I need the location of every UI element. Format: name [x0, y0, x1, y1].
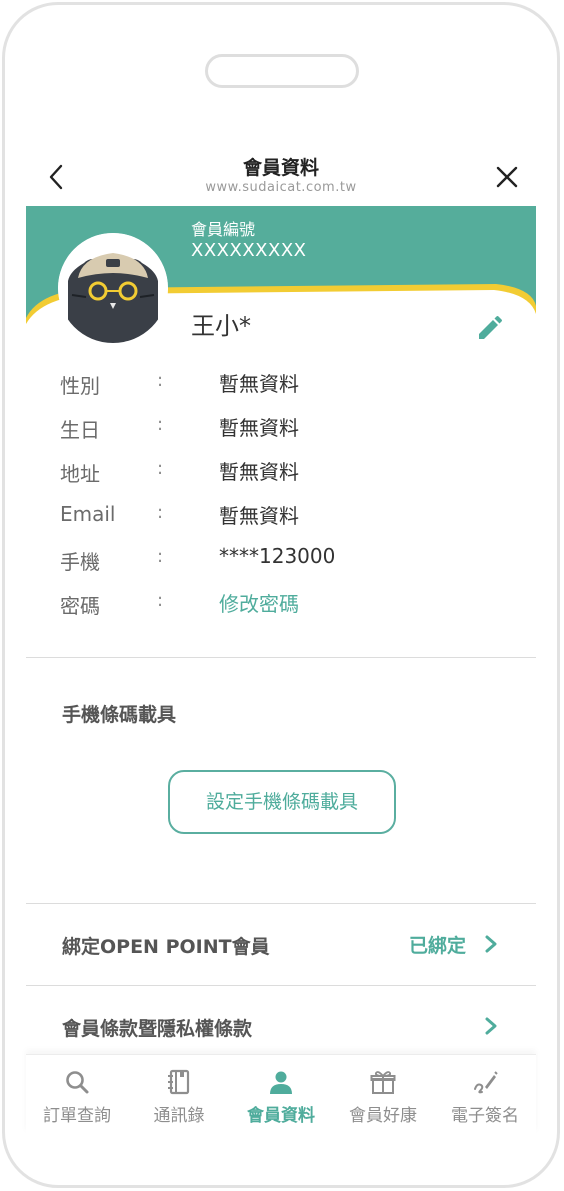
openpoint-label: 綁定OPEN POINT會員	[62, 936, 270, 958]
info-row-email: Email : 暫無資料	[60, 498, 520, 542]
chevron-right-icon	[485, 935, 497, 953]
user-name: 王小*	[191, 312, 251, 340]
chevron-right-icon	[485, 1017, 497, 1035]
edit-pencil-icon[interactable]	[474, 314, 504, 344]
tab-e-signature[interactable]: 電子簽名	[434, 1055, 536, 1135]
carrier-section-title: 手機條碼載具	[62, 704, 177, 726]
tab-member-profile[interactable]: 會員資料	[230, 1055, 332, 1135]
openpoint-row[interactable]: 綁定OPEN POINT會員 已綁定	[26, 904, 536, 984]
info-row-password: 密碼 : 修改密碼	[60, 586, 520, 630]
search-icon	[66, 1071, 89, 1094]
phone-speaker	[205, 54, 359, 88]
tab-order-query[interactable]: 訂單查詢	[26, 1055, 128, 1135]
info-colon: :	[157, 502, 164, 523]
info-colon: :	[157, 458, 164, 479]
tab-label: 電子簽名	[451, 1106, 519, 1126]
info-row-gender: 性別 : 暫無資料	[60, 366, 520, 410]
info-row-phone: 手機 : ****123000	[60, 542, 520, 586]
info-row-address: 地址 : 暫無資料	[60, 454, 520, 498]
site-url: www.sudaicat.com.tw	[205, 180, 357, 195]
info-colon: :	[157, 370, 164, 391]
info-colon: :	[157, 414, 164, 435]
info-colon: :	[157, 546, 164, 567]
info-label: 密碼	[60, 594, 100, 618]
info-label: 性別	[60, 374, 100, 398]
info-value: ****123000	[219, 544, 336, 568]
bottom-tab-bar: 訂單查詢 通訊錄 會員資料 會員好康 電子簽名	[26, 1054, 536, 1134]
info-value: 暫無資料	[219, 416, 299, 440]
terms-label: 會員條款暨隱私權條款	[62, 1018, 253, 1040]
avatar	[58, 233, 168, 343]
openpoint-status: 已綁定	[408, 935, 466, 957]
tab-label: 通訊錄	[153, 1106, 205, 1126]
info-label: Email	[60, 502, 116, 526]
tab-member-deals[interactable]: 會員好康	[332, 1055, 434, 1135]
member-number-value: XXXXXXXXX	[191, 240, 307, 261]
tab-label: 會員資料	[247, 1106, 315, 1126]
person-icon	[270, 1071, 292, 1094]
info-row-birthday: 生日 : 暫無資料	[60, 410, 520, 454]
info-label: 生日	[60, 418, 100, 442]
signature-icon	[474, 1071, 498, 1094]
info-label: 手機	[60, 550, 100, 574]
set-carrier-button[interactable]: 設定手機條碼載具	[168, 770, 396, 834]
member-info-list: 性別 : 暫無資料 生日 : 暫無資料 地址 : 暫無資料 Email : 暫無…	[60, 366, 520, 630]
gift-icon	[370, 1071, 396, 1094]
change-password-link[interactable]: 修改密碼	[219, 588, 299, 617]
info-value: 暫無資料	[219, 504, 299, 528]
page-title: 會員資料	[242, 157, 319, 179]
address-book-icon	[168, 1069, 190, 1095]
header: 會員資料 www.sudaicat.com.tw	[26, 150, 536, 206]
member-number-label: 會員編號	[191, 220, 256, 239]
info-value: 暫無資料	[219, 372, 299, 396]
tab-label: 會員好康	[349, 1106, 417, 1126]
info-colon: :	[157, 590, 164, 611]
info-value: 暫無資料	[219, 460, 299, 484]
close-icon[interactable]	[492, 162, 522, 192]
info-label: 地址	[60, 462, 100, 486]
tab-address-book[interactable]: 通訊錄	[128, 1055, 230, 1135]
divider	[26, 657, 536, 658]
tab-label: 訂單查詢	[43, 1106, 111, 1126]
